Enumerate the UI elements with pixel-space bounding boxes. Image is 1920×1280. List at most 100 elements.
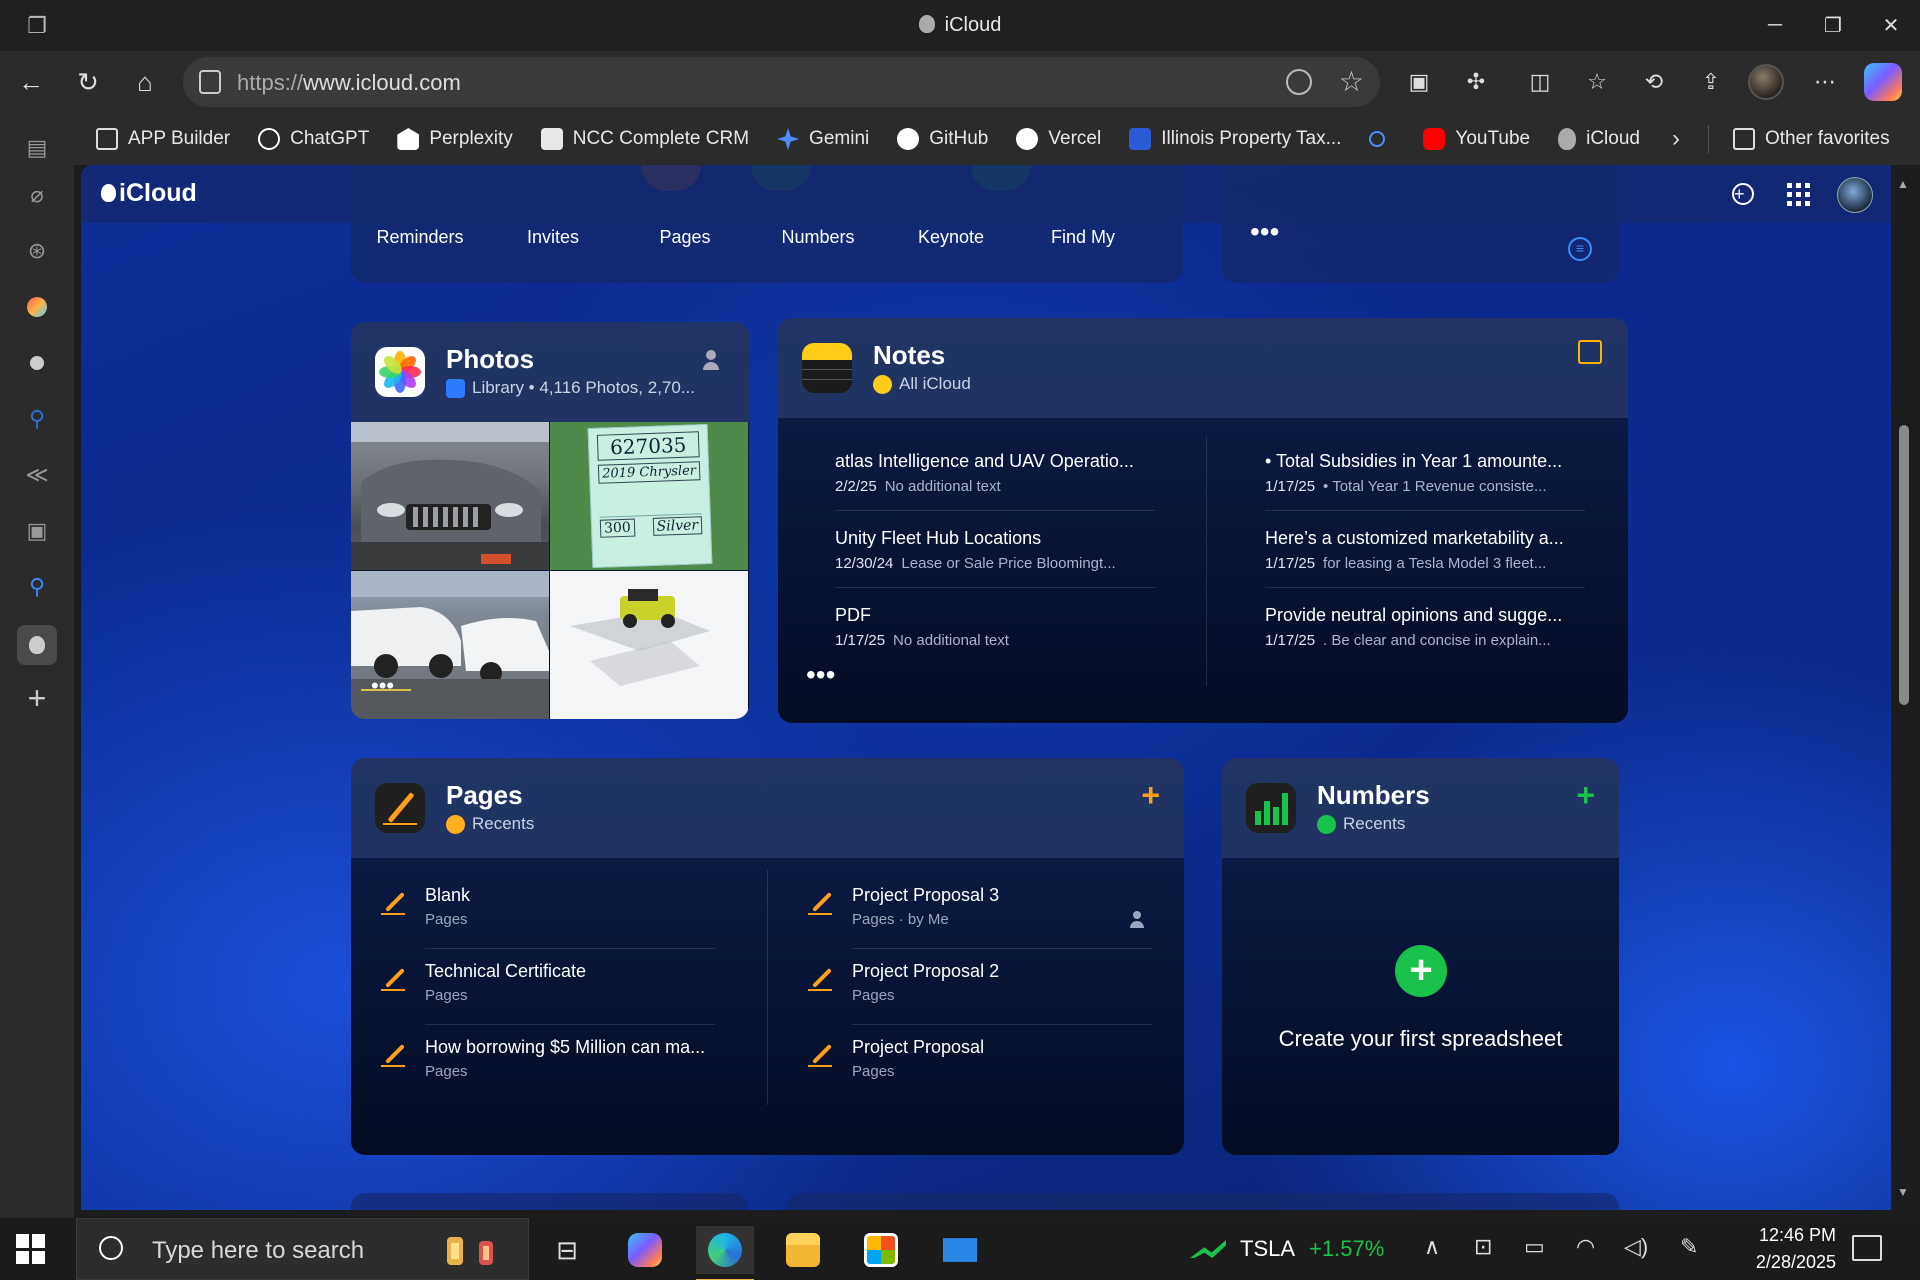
sidebar-chatgpt-icon[interactable]: ⊛ bbox=[17, 231, 57, 271]
account-avatar[interactable] bbox=[1837, 177, 1873, 213]
photos-card[interactable]: Photos Library • 4,116 Photos, 2,70... 6… bbox=[351, 322, 749, 719]
copilot-taskbar-icon[interactable] bbox=[616, 1226, 674, 1274]
sidebar-share-icon[interactable]: ≪ bbox=[17, 455, 57, 495]
pages-doc-item[interactable]: Project Proposal Pages bbox=[808, 1037, 1138, 1099]
edge-taskbar-icon[interactable] bbox=[696, 1226, 754, 1280]
back-button[interactable]: ← bbox=[9, 60, 53, 104]
note-item[interactable]: Here’s a customized marketability a... 1… bbox=[1265, 528, 1585, 572]
new-spreadsheet-button[interactable]: + bbox=[1576, 779, 1595, 811]
start-button[interactable] bbox=[16, 1234, 46, 1264]
meet-now-icon[interactable]: ⊡ bbox=[1474, 1234, 1492, 1260]
copilot-icon[interactable] bbox=[1864, 63, 1902, 101]
notes-card[interactable]: Notes All iCloud atlas Intelligence and … bbox=[778, 318, 1628, 723]
home-button[interactable]: ⌂ bbox=[123, 60, 167, 104]
volume-icon[interactable]: ◁) bbox=[1624, 1234, 1648, 1260]
fav-app-builder[interactable]: APP Builder bbox=[82, 119, 244, 159]
notification-center-icon[interactable] bbox=[1852, 1235, 1882, 1261]
note-item[interactable]: Unity Fleet Hub Locations 12/30/24 Lease … bbox=[835, 528, 1155, 572]
task-view-icon[interactable]: ⊟ bbox=[538, 1226, 596, 1274]
note-item[interactable]: atlas Intelligence and UAV Operatio... 2… bbox=[835, 451, 1155, 495]
address-bar[interactable]: https://www.icloud.com ☆ bbox=[183, 57, 1380, 107]
notes-more-icon[interactable]: ••• bbox=[806, 661, 835, 689]
sidebar-heart-icon[interactable] bbox=[17, 287, 57, 327]
photo-thumbnail-3d-jeep[interactable] bbox=[550, 571, 748, 719]
scroll-up-arrow-icon[interactable]: ▲ bbox=[1897, 177, 1909, 191]
pages-doc-item[interactable]: How borrowing $5 Million can ma... Pages bbox=[381, 1037, 711, 1099]
refresh-button[interactable]: ↻ bbox=[66, 60, 110, 104]
compose-note-icon[interactable] bbox=[1578, 340, 1602, 364]
close-button[interactable]: ✕ bbox=[1862, 0, 1920, 51]
app-numbers[interactable]: Numbers bbox=[763, 227, 873, 248]
favorites-icon[interactable]: ☆ bbox=[1575, 60, 1619, 104]
fav-youtube[interactable]: YouTube bbox=[1409, 119, 1544, 159]
battery-icon[interactable]: ▭ bbox=[1524, 1234, 1545, 1260]
app-pages[interactable]: Pages bbox=[630, 227, 740, 248]
more-menu-icon[interactable]: ⋯ bbox=[1803, 60, 1847, 104]
lock-icon[interactable] bbox=[199, 70, 221, 94]
history-icon[interactable]: ⟲ bbox=[1632, 60, 1676, 104]
fav-ncc-crm[interactable]: NCC Complete CRM bbox=[527, 119, 763, 159]
sidebar-add-icon[interactable]: + bbox=[17, 678, 57, 718]
note-item[interactable]: Provide neutral opinions and sugge... 1/… bbox=[1265, 605, 1585, 649]
stock-widget[interactable]: TSLA +1.57% bbox=[1190, 1236, 1384, 1262]
photo-thumbnail-tag[interactable]: 627035 2019 Chrysler 300 Silver bbox=[550, 422, 748, 570]
app-find-my[interactable]: Find My bbox=[1028, 227, 1138, 248]
taskbar-search[interactable]: Type here to search bbox=[76, 1218, 529, 1280]
extensions-icon[interactable]: ✣ bbox=[1454, 60, 1498, 104]
sidebar-search-icon[interactable]: ⚲ bbox=[17, 399, 57, 439]
page-scrollbar[interactable]: ▲ ▼ bbox=[1895, 175, 1911, 1205]
split-screen-icon[interactable]: ◫ bbox=[1518, 60, 1562, 104]
favorite-star-icon[interactable]: ☆ bbox=[1339, 65, 1364, 98]
show-hidden-icons-chevron-icon[interactable]: ∧ bbox=[1424, 1234, 1440, 1260]
restore-button[interactable]: ❐ bbox=[1804, 0, 1862, 51]
sidebar-search-2-icon[interactable]: ⚲ bbox=[17, 567, 57, 607]
fav-gemini[interactable]: Gemini bbox=[763, 119, 883, 159]
add-button[interactable]: + bbox=[1728, 179, 1758, 209]
pages-doc-item[interactable]: Technical Certificate Pages bbox=[381, 961, 711, 1023]
filter-icon[interactable]: ≡ bbox=[1568, 237, 1592, 261]
new-pages-document-button[interactable]: + bbox=[1141, 779, 1160, 811]
shared-person-icon[interactable] bbox=[703, 350, 719, 370]
app-keynote[interactable]: Keynote bbox=[896, 227, 1006, 248]
file-explorer-icon[interactable] bbox=[774, 1226, 832, 1274]
pages-card[interactable]: Pages Recents + Blank Pages Technical Ce… bbox=[351, 758, 1184, 1155]
pages-doc-item[interactable]: Project Proposal 2 Pages bbox=[808, 961, 1138, 1023]
fav-github[interactable]: GitHub bbox=[883, 119, 1002, 159]
icloud-logo[interactable]: iCloud bbox=[101, 179, 197, 208]
tab-actions-icon[interactable]: ▤ bbox=[17, 128, 57, 168]
microsoft-store-icon[interactable] bbox=[852, 1226, 910, 1274]
app-invites[interactable]: Invites bbox=[498, 227, 608, 248]
system-clock[interactable]: 12:46 PM 2/28/2025 bbox=[1726, 1222, 1836, 1276]
create-spreadsheet-label[interactable]: Create your first spreadsheet bbox=[1222, 1026, 1619, 1052]
scroll-down-arrow-icon[interactable]: ▼ bbox=[1897, 1185, 1909, 1199]
zoom-icon[interactable] bbox=[1286, 69, 1312, 95]
photo-more-icon[interactable]: ••• bbox=[371, 675, 394, 697]
wifi-icon[interactable]: ◠ bbox=[1576, 1234, 1595, 1260]
numbers-card[interactable]: Numbers Recents + + Create your first sp… bbox=[1222, 758, 1619, 1155]
url-text[interactable]: https://www.icloud.com bbox=[237, 70, 461, 96]
extension-reader-icon[interactable]: ▣ bbox=[1397, 60, 1441, 104]
app-launcher-button[interactable] bbox=[1783, 179, 1813, 209]
app-reminders[interactable]: Reminders bbox=[365, 227, 475, 248]
profile-avatar[interactable] bbox=[1748, 64, 1784, 100]
fav-perplexity[interactable]: Perplexity bbox=[383, 119, 526, 159]
share-icon[interactable]: ⇪ bbox=[1689, 60, 1733, 104]
sidebar-app-1-icon[interactable]: ⌀ bbox=[17, 175, 57, 215]
fav-chatgpt[interactable]: ChatGPT bbox=[244, 119, 383, 159]
photo-thumbnail-jeep[interactable] bbox=[351, 422, 549, 570]
fav-other-favorites[interactable]: Other favorites bbox=[1719, 119, 1904, 159]
sidebar-window-icon[interactable]: ▣ bbox=[17, 511, 57, 551]
pages-doc-item[interactable]: Project Proposal 3 Pages · by Me bbox=[808, 885, 1138, 947]
mail-icon[interactable] bbox=[931, 1226, 989, 1274]
photo-thumbnail-parking-lot[interactable]: ••• bbox=[351, 571, 549, 719]
note-item[interactable]: PDF 1/17/25 No additional text bbox=[835, 605, 1155, 649]
pages-doc-item[interactable]: Blank Pages bbox=[381, 885, 711, 947]
fav-icloud[interactable]: iCloud bbox=[1544, 119, 1654, 159]
scrollbar-thumb[interactable] bbox=[1899, 425, 1909, 705]
create-spreadsheet-button[interactable]: + bbox=[1395, 945, 1447, 997]
fav-search[interactable] bbox=[1355, 119, 1409, 159]
note-item[interactable]: • Total Subsidies in Year 1 amounte... 1… bbox=[1265, 451, 1585, 495]
minimize-button[interactable]: ─ bbox=[1746, 0, 1804, 51]
sidebar-icloud-icon[interactable] bbox=[17, 625, 57, 665]
more-options-icon[interactable]: ••• bbox=[1250, 218, 1279, 246]
